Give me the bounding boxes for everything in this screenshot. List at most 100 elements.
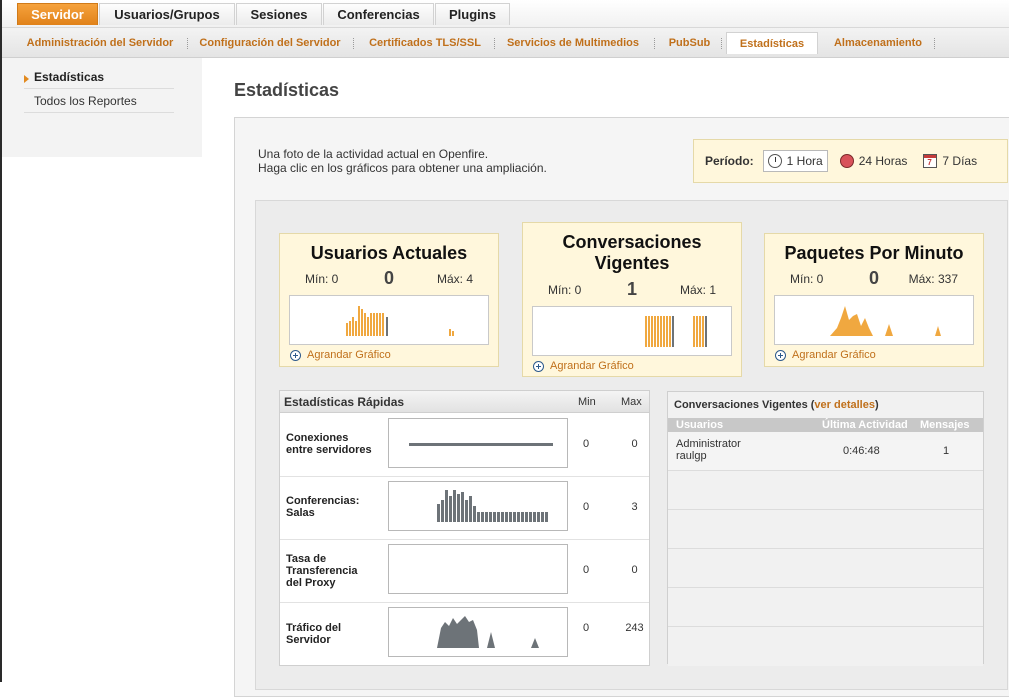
empty-row: [668, 471, 983, 510]
main-tab-bar: Servidor Usuarios/Grupos Sesiones Confer…: [2, 0, 1009, 28]
row-max: 243: [625, 622, 644, 634]
quick-stats-table: Estadísticas Rápidas Min Max Conexiones …: [279, 390, 650, 666]
period-label: Período:: [705, 154, 754, 168]
page-title: Estadísticas: [234, 80, 340, 100]
clock-24-icon: [839, 154, 854, 168]
chart-svg: [437, 490, 548, 522]
sidebar-item-estadisticas[interactable]: Estadísticas: [24, 65, 174, 89]
stat-max: Máx: 4: [436, 272, 473, 286]
tab-plugins[interactable]: Plugins: [435, 3, 510, 25]
column-max: Max: [621, 396, 642, 408]
empty-row: [668, 588, 983, 627]
calendar-icon: 7: [923, 154, 938, 168]
subtab-certificados[interactable]: Certificados TLS/SSL: [360, 33, 490, 53]
column-usuarios: Usuarios: [676, 419, 724, 431]
view-details-link[interactable]: ver detalles: [814, 399, 875, 411]
tab-conferencias[interactable]: Conferencias: [323, 3, 434, 25]
table-row[interactable]: Administrator raulgp 0:46:48 1: [668, 432, 983, 471]
period-1-hour[interactable]: 1 Hora: [762, 150, 828, 172]
last-activity: 0:46:48: [843, 445, 880, 457]
enlarge-chart-link[interactable]: Agrandar Gráfico: [775, 349, 876, 361]
paquetes-sparkline[interactable]: [774, 295, 974, 345]
plus-circle-icon: [775, 349, 786, 361]
separator: [187, 38, 188, 49]
table-row: Tasa de Transferencia del Proxy 0 0: [280, 540, 649, 603]
stat-max: Máx: 1: [679, 283, 716, 297]
enlarge-chart-link[interactable]: Agrandar Gráfico: [533, 360, 634, 372]
intro-text-line2: Haga clic en los gráficos para obtener u…: [258, 161, 547, 175]
enlarge-chart-link[interactable]: Agrandar Gráfico: [290, 349, 391, 361]
row-label: Conexiones entre servidores: [286, 432, 372, 456]
row-max: 0: [631, 564, 638, 576]
enlarge-label: Agrandar Gráfico: [550, 360, 634, 372]
empty-row: [668, 510, 983, 549]
quick-stats-title: Estadísticas Rápidas: [284, 395, 405, 409]
tab-servidor[interactable]: Servidor: [17, 3, 98, 25]
conexiones-sparkline[interactable]: [388, 418, 568, 468]
subtab-configuracion[interactable]: Configuración del Servidor: [194, 33, 346, 53]
separator: [934, 38, 935, 49]
row-max: 0: [631, 438, 638, 450]
column-ultima-actividad: Última Actividad: [822, 419, 908, 431]
stat-card-usuarios[interactable]: Usuarios Actuales Mín: 0 0 Máx: 4 Agrand…: [279, 233, 499, 367]
subtab-almacenamiento[interactable]: Almacenamiento: [825, 33, 931, 53]
period-24-hours[interactable]: 24 Horas: [836, 150, 912, 172]
table-row: Tráfico del Servidor 0 243: [280, 603, 649, 666]
enlarge-label: Agrandar Gráfico: [792, 349, 876, 361]
conversations-columns: Usuarios Última Actividad Mensajes: [668, 418, 983, 432]
user-name: Administrator: [676, 438, 741, 450]
row-label: Tráfico del Servidor: [286, 622, 342, 646]
usuarios-chart-svg: [346, 306, 454, 336]
separator: [721, 38, 722, 49]
tab-usuarios-grupos[interactable]: Usuarios/Grupos: [99, 3, 235, 25]
empty-row: [668, 549, 983, 588]
stat-max: Máx: 337: [908, 272, 958, 286]
period-1-hour-label: 1 Hora: [786, 154, 823, 168]
stat-values: Mín: 0 1 Máx: 1: [523, 279, 741, 301]
column-mensajes: Mensajes: [920, 419, 970, 431]
trafico-sparkline[interactable]: [388, 607, 568, 657]
conferencias-sparkline[interactable]: [388, 481, 568, 531]
conversations-title-text: Conversaciones Vigentes (: [674, 399, 815, 411]
conversaciones-chart-svg: [645, 316, 707, 347]
conversation-users: Administrator raulgp: [676, 438, 741, 462]
separator: [654, 38, 655, 49]
stat-title: Conversaciones Vigentes: [562, 232, 702, 273]
user-name: raulgp: [676, 450, 707, 462]
row-label: Tasa de Transferencia del Proxy: [286, 553, 358, 589]
plus-circle-icon: [533, 360, 544, 372]
row-min: 0: [583, 622, 590, 634]
stat-card-conversaciones[interactable]: Conversaciones Vigentes Mín: 0 1 Máx: 1 …: [522, 222, 742, 377]
conversaciones-sparkline[interactable]: [532, 306, 732, 356]
chart-svg: [437, 616, 539, 648]
subtab-multimedios[interactable]: Servicios de Multimedios: [500, 33, 646, 53]
period-7-days[interactable]: 7 7 Días: [919, 150, 981, 172]
proxy-sparkline[interactable]: [388, 544, 568, 594]
row-label: Conferencias: Salas: [286, 495, 360, 519]
enlarge-label: Agrandar Gráfico: [307, 349, 391, 361]
row-min: 0: [583, 501, 590, 513]
sidebar-item-todos-reportes[interactable]: Todos los Reportes: [24, 89, 174, 113]
subtab-pubsub[interactable]: PubSub: [662, 33, 717, 53]
table-row: Conferencias: Salas 0 3: [280, 477, 649, 540]
subtab-estadisticas[interactable]: Estadísticas: [726, 32, 818, 54]
row-min: 0: [583, 438, 590, 450]
stat-title: Paquetes Por Minuto: [784, 243, 964, 263]
sidebar: Estadísticas Todos los Reportes: [2, 58, 202, 157]
conversations-header: Conversaciones Vigentes (ver detalles): [668, 392, 983, 418]
intro-text-line1: Una foto de la actividad actual en Openf…: [258, 147, 489, 161]
stat-values: Mín: 0 0 Máx: 4: [280, 268, 498, 290]
quick-stats-header: Estadísticas Rápidas Min Max: [280, 391, 649, 413]
plus-circle-icon: [290, 349, 301, 361]
usuarios-sparkline[interactable]: [289, 295, 489, 345]
column-min: Min: [578, 396, 596, 408]
stat-card-paquetes[interactable]: Paquetes Por Minuto Mín: 0 0 Máx: 337 Ag…: [764, 233, 984, 367]
separator: [353, 38, 354, 49]
subtab-administracion[interactable]: Administración del Servidor: [20, 33, 180, 53]
paquetes-chart-svg: [830, 306, 941, 336]
table-row: Conexiones entre servidores 0 0: [280, 414, 649, 477]
chart-svg: [409, 443, 553, 446]
period-selector: Período: 1 Hora 24 Horas 7 7 Días: [693, 139, 1008, 183]
tab-sesiones[interactable]: Sesiones: [236, 3, 322, 25]
separator: [494, 38, 495, 49]
